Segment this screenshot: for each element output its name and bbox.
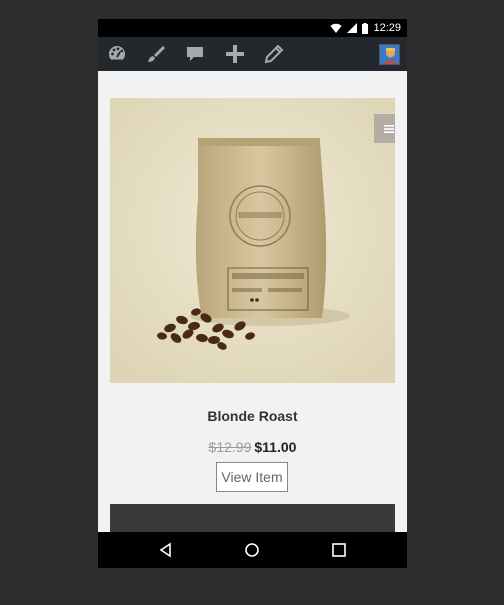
product-image[interactable]: [110, 98, 395, 383]
price-row: $12.99 $11.00: [98, 439, 407, 455]
hamburger-menu-icon[interactable]: [374, 114, 395, 143]
dashboard-icon[interactable]: [107, 44, 127, 64]
new-content-plus-icon[interactable]: [225, 44, 245, 64]
cellular-signal-icon: [347, 23, 358, 33]
sale-price: $11.00: [254, 439, 297, 455]
wifi-icon: [330, 23, 342, 33]
status-bar: 12:29: [98, 19, 407, 37]
back-icon[interactable]: [158, 542, 174, 558]
product-title[interactable]: Blonde Roast: [98, 408, 407, 424]
customize-brush-icon[interactable]: [146, 44, 166, 64]
recent-apps-icon[interactable]: [331, 542, 347, 558]
phone-screen: 12:29 Blonde Roast $12.99 $11.00 View It…: [98, 19, 407, 568]
view-item-button[interactable]: View Item: [216, 462, 288, 492]
original-price: $12.99: [208, 439, 252, 455]
home-icon[interactable]: [244, 542, 260, 558]
battery-icon: [362, 22, 369, 34]
android-nav-bar: [98, 532, 407, 568]
status-time: 12:29: [373, 22, 401, 34]
edit-pencil-icon[interactable]: [264, 44, 284, 64]
user-avatar[interactable]: [379, 44, 400, 65]
admin-toolbar: [98, 37, 407, 71]
next-product-image[interactable]: [110, 504, 395, 532]
shop-content: Blonde Roast $12.99 $11.00 View Item: [98, 71, 407, 532]
comments-icon[interactable]: [185, 44, 205, 64]
